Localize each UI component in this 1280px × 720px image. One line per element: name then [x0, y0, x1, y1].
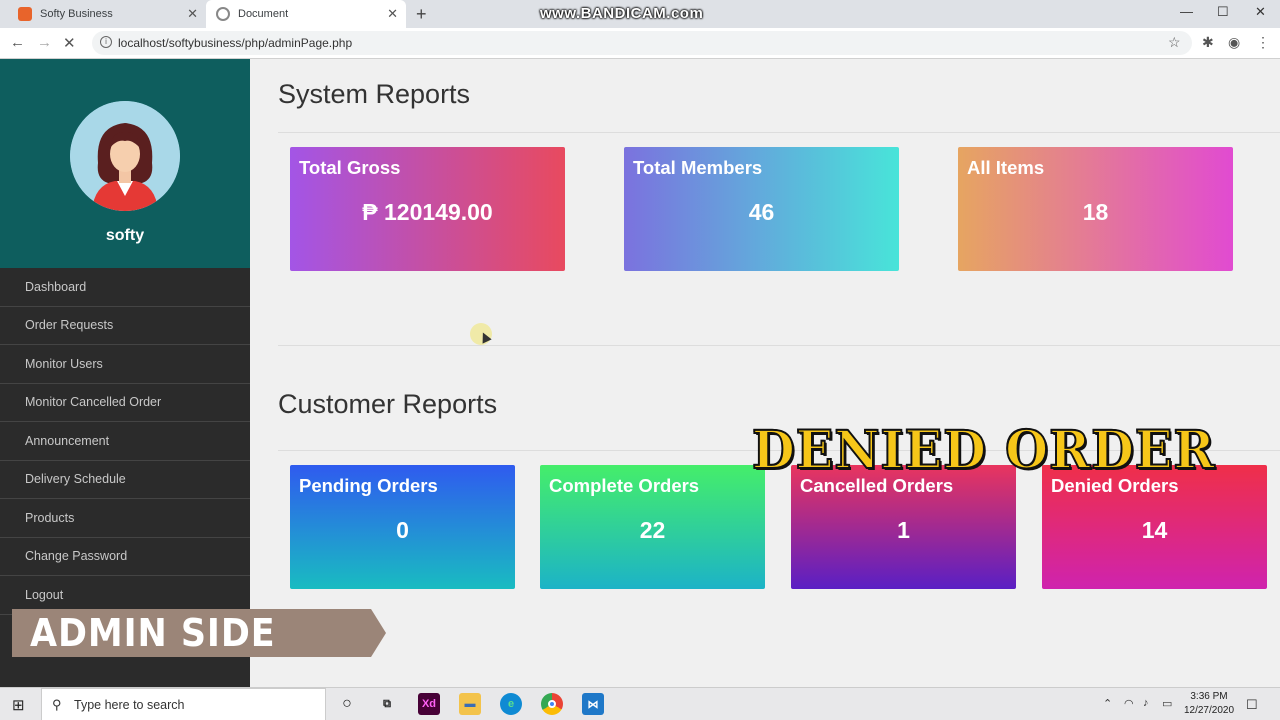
task-view-icon[interactable]: ⧉ [376, 693, 398, 715]
file-explorer-icon[interactable]: ▬ [459, 693, 481, 715]
wifi-icon[interactable]: ◠ [1124, 697, 1134, 710]
windows-start-icon[interactable]: ⊞ [12, 696, 25, 714]
tab-title: Softy Business [40, 8, 113, 20]
search-placeholder: Type here to search [74, 697, 185, 712]
divider [278, 132, 1280, 133]
cancelled-orders-card[interactable]: Cancelled Orders 1 [791, 465, 1016, 589]
card-label: All Items [967, 157, 1045, 178]
xampp-icon [18, 7, 32, 21]
extensions-icon[interactable]: ✱ [1202, 34, 1214, 51]
star-icon[interactable]: ☆ [1168, 34, 1181, 51]
url-text: localhost/softybusiness/php/adminPage.ph… [118, 36, 353, 50]
sidebar-item-delivery-schedule[interactable]: Delivery Schedule [0, 461, 250, 499]
divider [278, 345, 1280, 346]
sidebar-item-change-password[interactable]: Change Password [0, 538, 250, 576]
sidebar-item-logout[interactable]: Logout [0, 576, 250, 615]
total-gross-card[interactable]: Total Gross ₱ 120149.00 [290, 147, 565, 271]
cortana-icon[interactable]: ○ [336, 693, 358, 715]
volume-icon[interactable]: ♪ [1143, 697, 1149, 709]
tab-document[interactable]: Document ✕ [206, 0, 406, 28]
system-reports-title: System Reports [278, 79, 471, 109]
pending-orders-card[interactable]: Pending Orders 0 [290, 465, 515, 589]
card-value: 22 [639, 517, 666, 543]
denied-order-caption: DENIED ORDER [751, 419, 1216, 482]
windows-taskbar: ⊞ ⚲ Type here to search ○ ⧉ Xd ▬ e ⋈ ⌃ ◠… [0, 687, 1280, 720]
sidebar: softy Dashboard Order Requests Monitor U… [0, 59, 250, 687]
card-label: Total Gross [299, 157, 401, 178]
card-value: 1 [897, 517, 910, 543]
profile-panel: softy [0, 59, 250, 268]
close-tab-icon[interactable]: ✕ [187, 6, 198, 22]
minimize-icon[interactable]: — [1180, 4, 1193, 19]
mouse-cursor-icon [470, 323, 492, 345]
maximize-icon[interactable]: ☐ [1217, 4, 1229, 20]
sidebar-item-monitor-cancelled-order[interactable]: Monitor Cancelled Order [0, 384, 250, 422]
tab-softy-business[interactable]: Softy Business ✕ [8, 0, 206, 28]
main-content: System Reports Total Gross ₱ 120149.00 T… [250, 59, 1280, 687]
all-items-card[interactable]: All Items 18 [958, 147, 1233, 271]
back-icon[interactable]: ← [10, 34, 25, 51]
forward-icon[interactable]: → [37, 34, 52, 51]
clock-date: 12/27/2020 [1183, 705, 1235, 716]
new-tab-icon[interactable]: + [416, 4, 427, 25]
info-icon[interactable]: i [100, 36, 112, 48]
denied-orders-card[interactable]: Denied Orders 14 [1042, 465, 1267, 589]
admin-side-caption: ADMIN SIDE [30, 611, 276, 655]
vscode-icon[interactable]: ⋈ [582, 693, 604, 715]
battery-icon[interactable]: ▭ [1162, 697, 1172, 710]
search-icon: ⚲ [52, 697, 62, 712]
taskbar-search-field[interactable]: ⚲ Type here to search [41, 688, 326, 720]
card-value: ₱ 120149.00 [362, 199, 493, 225]
card-label: Complete Orders [549, 475, 700, 496]
address-bar: ← → ✕ i localhost/softybusiness/php/admi… [0, 28, 1280, 59]
sidebar-item-announcement[interactable]: Announcement [0, 422, 250, 461]
system-clock[interactable]: 3:36 PM 12/27/2020 [1180, 690, 1238, 718]
admin-side-banner: ADMIN SIDE [12, 609, 386, 657]
adobe-xd-icon[interactable]: Xd [418, 693, 440, 715]
notification-icon[interactable]: ☐ [1246, 697, 1258, 713]
menu-icon[interactable]: ⋮ [1256, 34, 1270, 51]
card-label: Pending Orders [299, 475, 438, 496]
close-tab-icon[interactable]: ✕ [387, 6, 398, 22]
card-label: Total Members [633, 157, 763, 178]
close-window-icon[interactable]: ✕ [1255, 4, 1266, 20]
bandicam-watermark: www.BANDICAM.com [540, 5, 704, 22]
woman-avatar-icon [70, 101, 180, 211]
sidebar-item-dashboard[interactable]: Dashboard [0, 268, 250, 307]
card-value: 46 [748, 199, 775, 225]
username: softy [105, 227, 145, 244]
sidebar-item-products[interactable]: Products [0, 499, 250, 538]
sidebar-item-order-requests[interactable]: Order Requests [0, 307, 250, 345]
clock-time: 3:36 PM [1190, 691, 1228, 702]
card-value: 18 [1082, 199, 1109, 225]
tab-title: Document [238, 8, 289, 20]
complete-orders-card[interactable]: Complete Orders 22 [540, 465, 765, 589]
total-members-card[interactable]: Total Members 46 [624, 147, 899, 271]
card-value: 14 [1141, 517, 1168, 543]
chevron-up-icon[interactable]: ⌃ [1103, 697, 1112, 710]
page-icon [216, 7, 230, 21]
profile-icon[interactable]: ◉ [1228, 34, 1240, 51]
url-field[interactable]: i localhost/softybusiness/php/adminPage.… [92, 31, 1192, 55]
customer-reports-title: Customer Reports [278, 389, 498, 419]
stop-loading-icon[interactable]: ✕ [63, 34, 76, 52]
browser-tab-bar: Softy Business ✕ Document ✕ + www.BANDIC… [0, 0, 1280, 28]
sidebar-item-monitor-users[interactable]: Monitor Users [0, 345, 250, 384]
card-value: 0 [396, 517, 409, 543]
chrome-icon[interactable] [541, 693, 563, 715]
edge-icon[interactable]: e [500, 693, 522, 715]
avatar [70, 101, 180, 211]
